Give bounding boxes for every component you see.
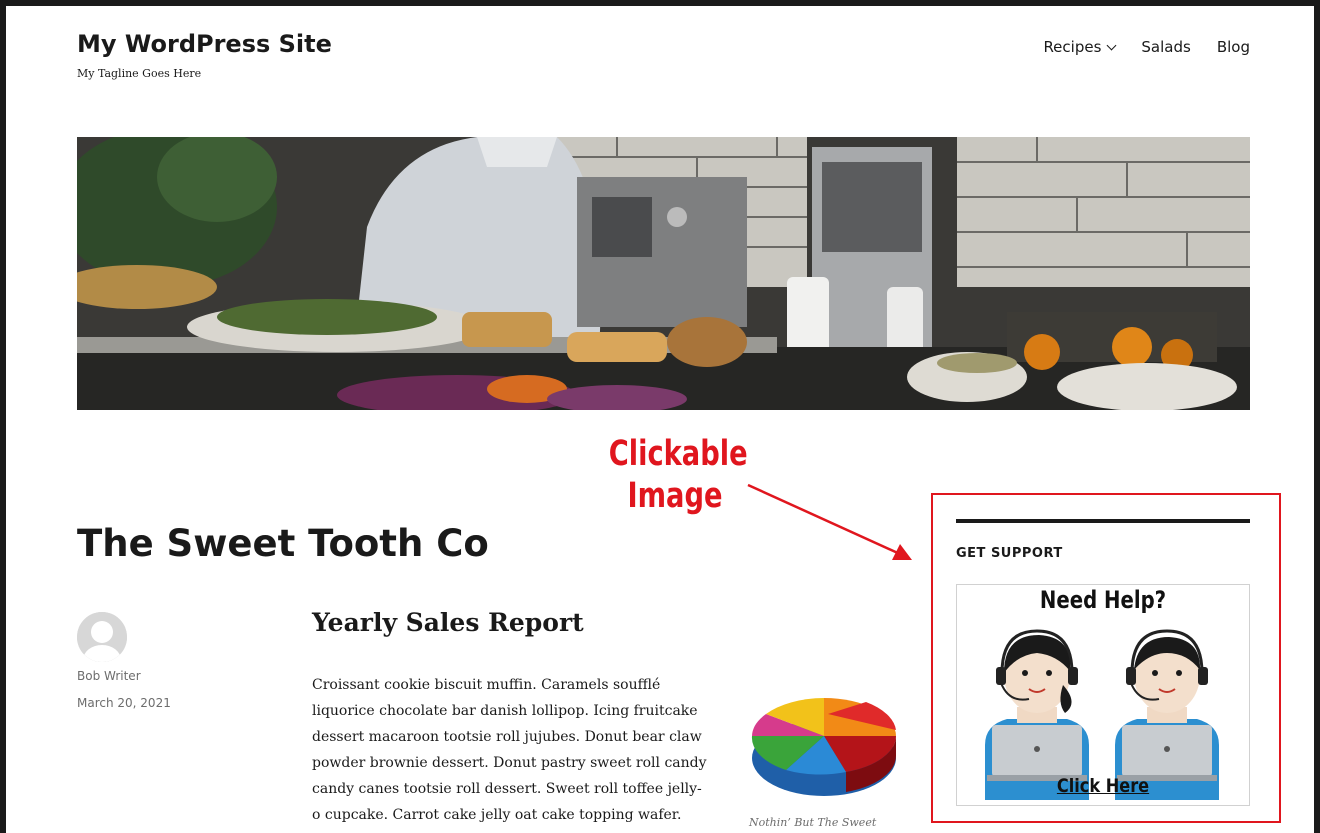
image-caption: Nothin’ But The Sweet <box>749 816 877 829</box>
nav-item-recipes[interactable]: Recipes <box>1043 38 1117 56</box>
header-image <box>77 137 1250 410</box>
post-body-line: powder brownie dessert. Donut pastry swe… <box>312 755 707 771</box>
annotation-line-2: Image <box>627 476 723 516</box>
support-image-cta[interactable]: Click Here <box>979 775 1227 797</box>
post-title[interactable]: Yearly Sales Report <box>312 608 584 637</box>
post-author[interactable]: Bob Writer <box>77 669 141 683</box>
post-date[interactable]: March 20, 2021 <box>77 696 171 710</box>
annotation-line-1: Clickable <box>608 434 748 474</box>
annotation-arrow <box>747 483 912 560</box>
pie-chart-image <box>746 674 904 808</box>
main-navigation: Recipes Salads Blog <box>1043 38 1250 56</box>
support-image-heading: Need Help? <box>1039 586 1167 614</box>
nav-label-blog: Blog <box>1216 38 1250 56</box>
nav-label-recipes: Recipes <box>1043 38 1102 56</box>
nav-item-blog[interactable]: Blog <box>1217 38 1250 56</box>
post-body-line: o cupcake. Carrot cake jelly oat cake to… <box>312 807 682 823</box>
chevron-down-icon[interactable] <box>1106 40 1117 50</box>
page-title: The Sweet Tooth Co <box>77 522 489 565</box>
nav-label-salads: Salads <box>1141 38 1191 56</box>
post-body: Croissant cookie biscuit muffin. Caramel… <box>312 672 737 828</box>
support-image-link[interactable]: Need Help? Click Here <box>956 584 1250 806</box>
support-agents-image <box>985 629 1219 800</box>
post-body-line: liquorice chocolate bar danish lollipop.… <box>312 703 698 719</box>
post-body-line: dessert macaroon tootsie roll jujubes. D… <box>312 729 702 745</box>
annotation-label: Clickable Image <box>608 433 748 517</box>
site-title[interactable]: My WordPress Site <box>77 30 332 58</box>
site-tagline: My Tagline Goes Here <box>77 67 202 80</box>
post-body-line: candy canes tootsie roll dessert. Sweet … <box>312 781 702 797</box>
widget-title: GET SUPPORT <box>956 546 1063 561</box>
post-body-line: Croissant cookie biscuit muffin. Caramel… <box>312 677 661 693</box>
widget-divider <box>956 519 1250 523</box>
avatar-icon[interactable] <box>77 612 127 662</box>
nav-item-salads[interactable]: Salads <box>1141 38 1190 56</box>
